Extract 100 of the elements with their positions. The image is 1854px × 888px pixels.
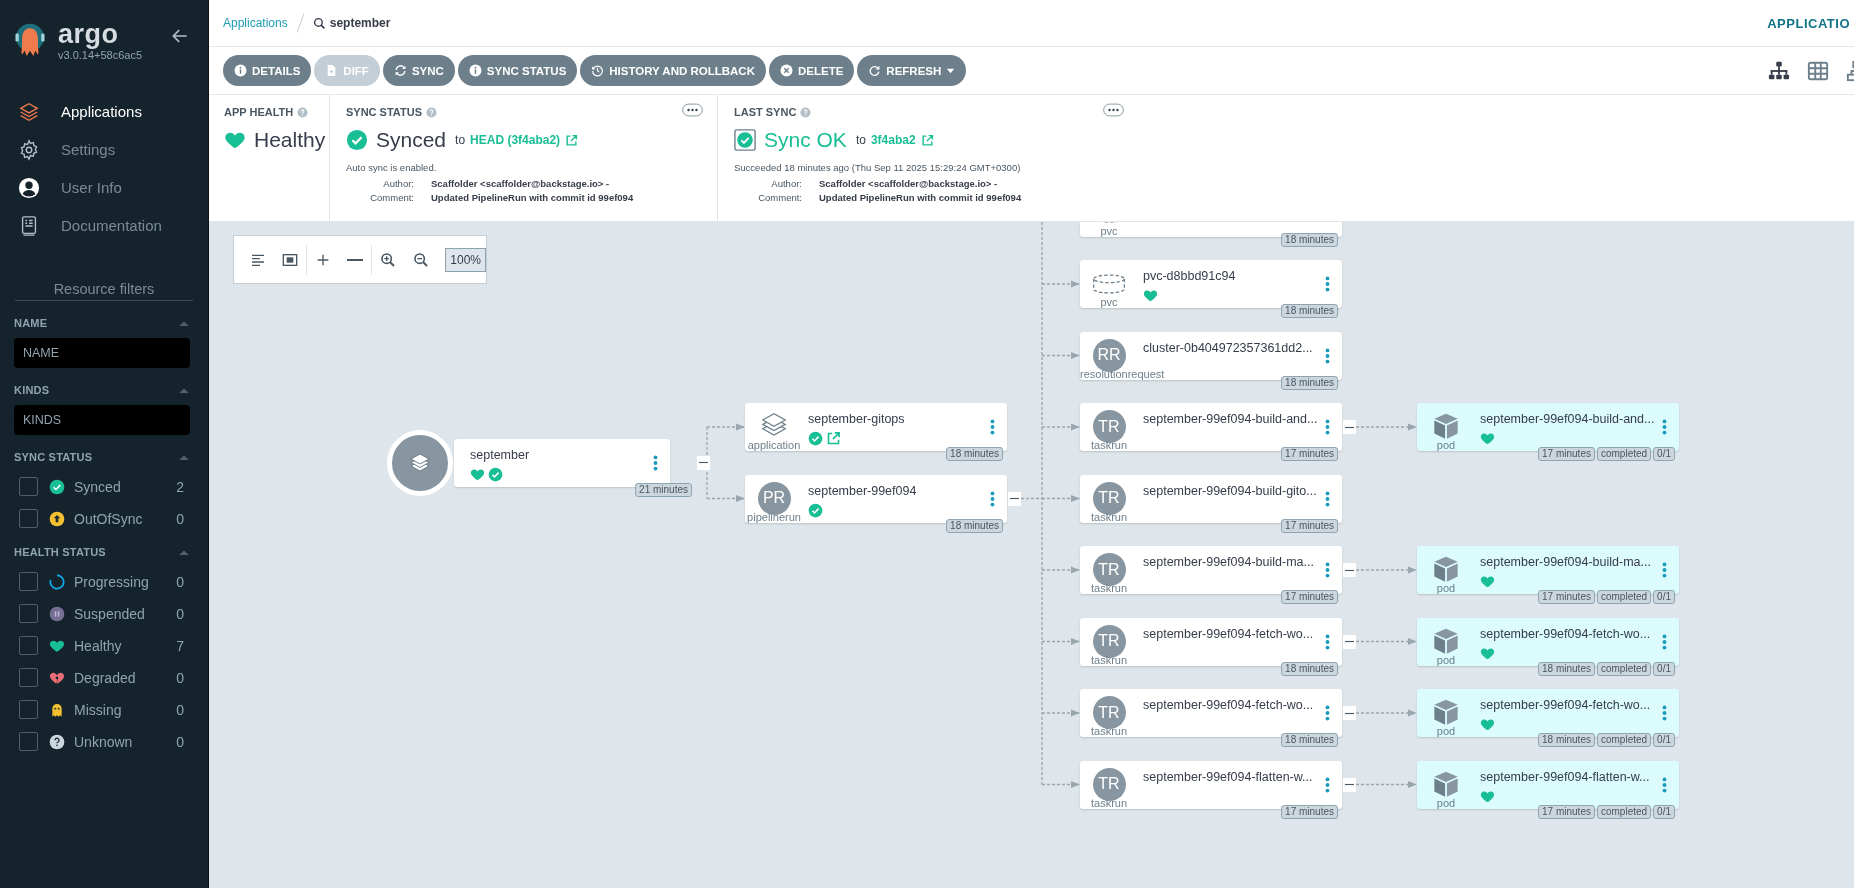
toolbar-button[interactable]: REFRESH xyxy=(857,55,967,86)
checkbox[interactable] xyxy=(19,732,38,751)
more-button[interactable] xyxy=(1323,631,1332,652)
more-button[interactable] xyxy=(682,103,703,117)
more-button[interactable] xyxy=(1660,703,1669,723)
field-value: Scaffolder <scaffolder@backstage.io> - xyxy=(431,178,611,189)
kebab-icon xyxy=(1325,347,1330,364)
nav-item[interactable]: Applications xyxy=(0,94,208,129)
checkbox[interactable] xyxy=(19,509,38,528)
nav-item[interactable]: Documentation xyxy=(0,208,208,243)
minus-icon xyxy=(1345,783,1354,786)
view-button[interactable] xyxy=(1768,59,1790,82)
caret-icon xyxy=(178,453,190,461)
check-circle-icon xyxy=(49,478,65,495)
kebab-icon xyxy=(1662,419,1667,435)
nav-item[interactable]: User Info xyxy=(0,170,208,205)
cube-icon xyxy=(1432,412,1460,440)
collapse-button[interactable] xyxy=(1343,777,1356,792)
health-status: Healthy xyxy=(254,128,326,152)
more-button[interactable] xyxy=(988,488,997,509)
kind-label: pod xyxy=(1435,439,1457,451)
kind-label: pvc xyxy=(1099,296,1119,308)
filter-heading: NAME xyxy=(14,317,48,329)
nav-item[interactable]: Settings xyxy=(0,132,208,167)
toolbar-button[interactable]: HISTORY AND ROLLBACK xyxy=(580,55,766,86)
more-button[interactable] xyxy=(1660,631,1669,652)
kebab-icon xyxy=(1325,562,1330,578)
more-button[interactable] xyxy=(1323,417,1332,437)
more-button[interactable] xyxy=(1323,488,1332,509)
info-tag: 17 minutes xyxy=(1281,447,1338,461)
filter-label: Degraded xyxy=(74,669,137,686)
help-icon xyxy=(800,106,812,118)
resource-name: september-99ef094-flatten-w... xyxy=(1480,769,1650,784)
checkbox[interactable] xyxy=(19,700,38,719)
collapse-button[interactable] xyxy=(1343,563,1356,577)
panel-title: LAST SYNC xyxy=(734,106,797,118)
to-label: to xyxy=(455,133,466,147)
more-button[interactable] xyxy=(1323,774,1332,795)
resource-name: september-99ef094-build-and... xyxy=(1143,412,1318,426)
toolbar-button[interactable]: DELETE xyxy=(769,55,855,86)
filter-input[interactable]: KINDS xyxy=(14,405,190,435)
collapse-button[interactable] xyxy=(697,455,710,470)
checkbox[interactable] xyxy=(19,636,38,655)
checkbox[interactable] xyxy=(19,604,38,623)
kind-label: pod xyxy=(1435,582,1457,594)
filter-input[interactable]: NAME xyxy=(14,338,190,368)
more-button[interactable] xyxy=(1323,345,1332,366)
kind-avatar: TR xyxy=(1092,624,1126,658)
more-button[interactable] xyxy=(1660,774,1669,795)
layers-icon xyxy=(18,100,40,123)
checkbox[interactable] xyxy=(19,477,38,496)
info-tag: 18 minutes xyxy=(946,447,1003,461)
cube-icon xyxy=(1432,555,1460,583)
filter-heading: SYNC STATUS xyxy=(14,451,93,463)
connector-arrow xyxy=(1355,637,1417,646)
collapse-button[interactable] xyxy=(1343,634,1356,649)
resource-name: september xyxy=(470,447,530,462)
cube-icon xyxy=(1432,626,1460,655)
version-label: v3.0.14+58c6ac5 xyxy=(58,49,143,61)
collapse-button[interactable] xyxy=(1343,706,1356,720)
kebab-icon xyxy=(990,490,995,507)
info-tag: completed xyxy=(1596,733,1652,747)
to-label: to xyxy=(855,133,866,147)
checkbox[interactable] xyxy=(19,668,38,687)
checkbox[interactable] xyxy=(19,572,38,591)
info-tag: 17 minutes xyxy=(1281,590,1338,604)
top-nav-link[interactable]: APPLICATIO xyxy=(1767,15,1850,31)
fit-screen-icon xyxy=(282,251,299,268)
kind-label: pvc xyxy=(1099,224,1119,237)
more-button[interactable] xyxy=(1103,103,1124,117)
more-button[interactable] xyxy=(1660,417,1669,437)
collapse-button[interactable] xyxy=(1343,420,1356,434)
toolbar-button[interactable]: SYNC xyxy=(382,55,455,86)
kind-avatar: RR xyxy=(1092,338,1126,372)
info-tag: 21 minutes xyxy=(635,482,692,497)
zoom-in-icon xyxy=(380,251,397,268)
status-note: Auto sync is enabled. xyxy=(346,162,438,173)
connector-arrow xyxy=(1355,780,1417,789)
toolbar-button[interactable]: DETAILS xyxy=(223,55,312,86)
minus-icon xyxy=(1345,425,1354,429)
zoom-level: 100% xyxy=(445,247,486,272)
connector-arrow xyxy=(1355,709,1417,717)
field-label: Comment: xyxy=(757,192,802,203)
more-button[interactable] xyxy=(1323,560,1332,580)
info-icon xyxy=(234,64,247,77)
more-button[interactable] xyxy=(1323,274,1332,294)
toolbar-button[interactable]: SYNC STATUS xyxy=(457,55,578,86)
cube-icon xyxy=(1432,698,1460,726)
more-button[interactable] xyxy=(1323,703,1332,723)
collapse-button[interactable] xyxy=(1008,491,1021,506)
kind-avatar: TR xyxy=(1092,410,1126,443)
sync-status: Sync OK xyxy=(764,128,847,152)
more-button[interactable] xyxy=(651,452,660,473)
more-button[interactable] xyxy=(1660,560,1669,580)
more-button[interactable] xyxy=(988,417,997,437)
logo-text: argo xyxy=(58,20,120,48)
filter-label: Synced xyxy=(74,478,122,495)
info-tag: 17 minutes xyxy=(1538,590,1595,604)
field-value: Scaffolder <scaffolder@backstage.io> - xyxy=(819,178,999,189)
kebab-icon xyxy=(1325,490,1330,507)
